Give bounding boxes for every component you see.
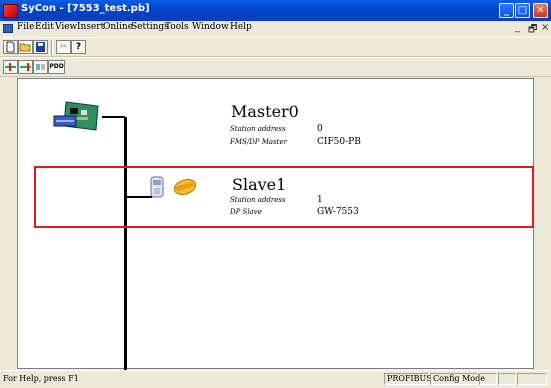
document-system-menu-icon[interactable] [3, 24, 13, 33]
status-panel-empty-3 [517, 373, 547, 385]
cut-icon[interactable]: ✂ [56, 40, 71, 54]
status-message: For Help, press F1 [3, 374, 79, 383]
menu-edit[interactable]: Edit [35, 22, 54, 32]
close-icon: ✕ [536, 5, 545, 16]
save-disk-icon[interactable] [33, 40, 48, 54]
menu-online[interactable]: Online [103, 22, 133, 32]
slave-device-icon[interactable] [150, 174, 198, 200]
menu-help[interactable]: Help [230, 22, 252, 32]
minimize-icon: _ [504, 5, 509, 16]
master-connector [102, 116, 125, 118]
slave-name[interactable]: Slave1 [232, 175, 286, 194]
mdi-close-button[interactable]: × [541, 22, 549, 33]
minimize-button[interactable]: _ [499, 3, 514, 18]
slave-connector [124, 196, 152, 198]
new-document-icon[interactable] [3, 40, 18, 54]
status-panel-empty-1 [479, 373, 497, 385]
bus-type-panel: PROFIBUS [384, 373, 432, 385]
master-type-value: CIF50-PB [317, 137, 361, 147]
master-address-label: Station address [230, 125, 286, 133]
mdi-minimize-button[interactable]: _ [515, 22, 520, 33]
insert-network-icon[interactable] [33, 60, 48, 74]
insert-slave-icon[interactable] [18, 60, 33, 74]
title-bar[interactable]: SyCon - [7553_test.pb] _ □ ✕ [0, 0, 551, 21]
maximize-button[interactable]: □ [515, 3, 530, 18]
close-button[interactable]: ✕ [533, 3, 548, 18]
status-panel-empty-2 [498, 373, 516, 385]
mode-panel: Config Mode [430, 373, 485, 385]
open-folder-icon[interactable] [18, 40, 33, 54]
toolbar-separator [51, 40, 53, 55]
menu-view[interactable]: View [55, 22, 77, 32]
status-bar: For Help, press F1 PROFIBUS Config Mode [0, 370, 551, 388]
slave-address-label: Station address [230, 196, 286, 204]
sycon-app-icon[interactable] [3, 4, 18, 18]
slave-address-value: 1 [317, 195, 323, 205]
help-question-icon[interactable]: ? [71, 40, 86, 54]
slave-type-value: GW-7553 [317, 207, 359, 217]
device-toolbar: PDD [0, 57, 551, 77]
profibus-bus-line [124, 117, 127, 370]
app-window: SyCon - [7553_test.pb] _ □ ✕ File Edit V… [0, 0, 551, 388]
menu-insert[interactable]: Insert [77, 22, 104, 32]
maximize-icon: □ [517, 5, 528, 16]
menu-file[interactable]: File [17, 22, 34, 32]
menu-tools[interactable]: Tools [165, 22, 189, 32]
master-device-icon[interactable] [52, 100, 102, 132]
window-title: SyCon - [7553_test.pb] [21, 3, 150, 14]
master-address-value: 0 [317, 124, 323, 134]
pdd-button[interactable]: PDD [48, 60, 65, 74]
master-type-label: FMS/DP Master [230, 138, 287, 146]
menu-window[interactable]: Window [192, 22, 229, 32]
standard-toolbar: ✂ ? [0, 37, 551, 57]
master-name[interactable]: Master0 [231, 102, 299, 121]
slave-type-label: DP Slave [230, 208, 262, 216]
menu-settings[interactable]: Settings [131, 22, 169, 32]
insert-master-icon[interactable] [3, 60, 18, 74]
menu-bar: File Edit View Insert Online Settings To… [0, 21, 551, 36]
